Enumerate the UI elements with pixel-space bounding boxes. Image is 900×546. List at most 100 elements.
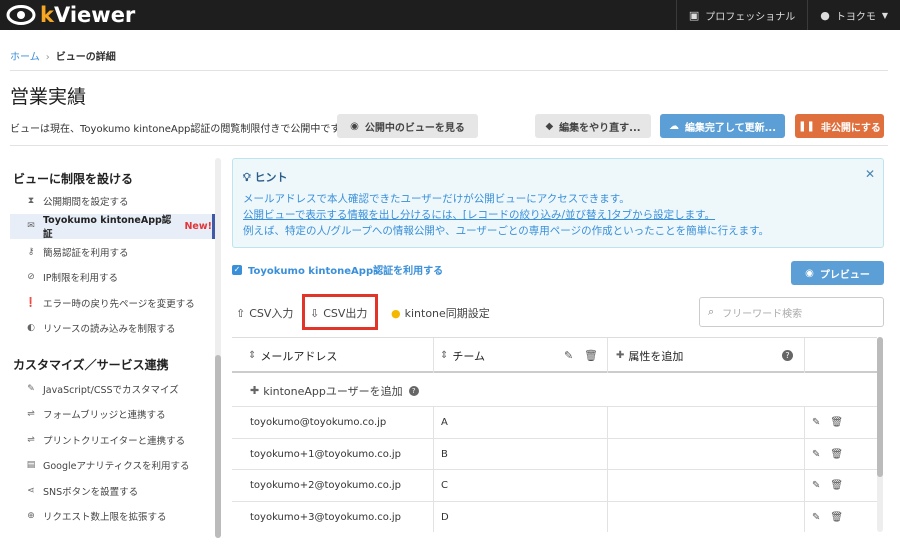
unpublish-label: 非公開にする [820,122,881,134]
ban-icon: ⊘ [27,272,35,283]
sidebar-item-analytics[interactable]: ▤ Googleアナリティクスを利用する [10,453,215,479]
eye-icon: ◉ [805,267,814,279]
link-icon: ⇌ [27,434,35,445]
team-cell[interactable]: B [441,439,448,470]
column-team[interactable]: ⇕ チーム [440,338,485,373]
trash-icon[interactable]: 🗑︎ [830,417,843,428]
checkbox[interactable]: ✓ [232,264,242,275]
team-cell[interactable]: D [441,502,449,533]
divider [607,338,608,373]
sidebar-item-label: 簡易認証を利用する [43,247,129,259]
app-name: kViewer [40,3,136,27]
finish-update-label: 編集完了して更新... [684,122,777,134]
app-logo[interactable]: kViewer [6,3,135,27]
sidebar-item-label: 公開期間を設定する [43,196,129,208]
key-icon: ⚷ [27,246,35,257]
sidebar-item-kintoneapp-auth[interactable]: ✉ Toyokumo kintoneApp認証 New! [10,213,215,240]
sidebar-scrollbar-thumb[interactable] [215,355,221,538]
sidebar-item-printcreator[interactable]: ⇌ プリントクリエイターと連携する [10,427,215,453]
divider [433,407,434,532]
divider [804,338,805,373]
search-placeholder: フリーワード検索 [722,308,803,320]
search-input[interactable]: ⌕ フリーワード検索 [699,297,884,327]
lightbulb-icon: 💡︎ [243,171,251,184]
email-cell[interactable]: toyokumo+3@toyokumo.co.jp [250,502,401,533]
csv-input-button[interactable]: ⇧ CSV入力 [236,305,293,321]
plus-icon: ✚ [250,384,260,397]
chevron-right-icon: › [45,52,50,63]
sidebar-item-error-page[interactable]: ❗ エラー時の戻り先ページを変更する [10,290,215,316]
unpublish-button[interactable]: ❚❚ 非公開にする [795,114,884,138]
sidebar-item-label: Googleアナリティクスを利用する [43,461,190,473]
edit-icon[interactable]: ✎ [812,512,820,523]
divider [433,338,434,373]
sidebar-item-period[interactable]: ⧗ 公開期間を設定する [10,188,215,214]
view-public-label: 公開中のビューを見る [364,122,465,134]
email-cell[interactable]: toyokumo+1@toyokumo.co.jp [250,439,401,470]
breadcrumb-home[interactable]: ホーム [10,52,40,63]
divider [607,407,608,532]
finish-update-button[interactable]: ☁ 編集完了して更新... [660,114,785,138]
wrench-icon: ✎ [27,383,35,394]
page-title: 営業実績 [10,86,87,108]
kintone-sync-button[interactable]: ● kintone同期設定 [391,305,490,321]
trash-icon[interactable]: 🗑︎ [830,449,843,460]
auth-toggle-label: Toyokumo kintoneApp認証を利用する [248,266,444,277]
highlight-box [302,294,378,330]
add-attribute-label: 属性を追加 [628,349,684,363]
delete-column-icon[interactable]: 🗑︎ [584,338,598,373]
caret-down-icon: ▼ [881,10,888,20]
sidebar: ビューに制限を設ける ⧗ 公開期間を設定する ✉ Toyokumo kintoneA… [10,158,215,538]
eye-logo-icon [6,5,36,25]
email-cell[interactable]: toyokumo@toyokumo.co.jp [250,407,386,438]
table-row: toyokumo@toyokumo.co.jp A ✎ 🗑︎ [232,407,877,439]
sidebar-item-request-limit[interactable]: ⊕ リクエスト数上限を拡張する [10,504,215,530]
sidebar-item-ip[interactable]: ⊘ IP制限を利用する [10,265,215,291]
sidebar-item-simple-auth[interactable]: ⚷ 簡易認証を利用する [10,239,215,265]
help-icon[interactable]: ? [408,385,419,396]
team-cell[interactable]: C [441,470,448,501]
table-scrollbar-thumb[interactable] [877,337,883,477]
sidebar-item-label: リソースの読み込みを制限する [43,324,176,336]
hint-line-1: メールアドレスで本人確認できたユーザーだけが公開ビューにアクセスできます。 [243,193,630,205]
sidebar-item-formbridge[interactable]: ⇌ フォームブリッジと連携する [10,402,215,428]
edit-icon[interactable]: ✎ [812,449,820,460]
redo-edit-button[interactable]: ◆ 編集をやり直す... [535,114,651,138]
eye-icon: ◉ [350,120,359,132]
trash-icon[interactable]: 🗑︎ [830,512,843,523]
table-header: ⇕ メールアドレス ⇕ チーム ✎ 🗑︎ ✚ 属性を追加 ? [232,338,877,373]
divider [804,407,805,532]
sidebar-item-js-css[interactable]: ✎ JavaScript/CSSでカスタマイズ [10,376,215,402]
team-cell[interactable]: A [441,407,448,438]
user-label: トヨクモ [835,11,876,23]
sidebar-item-sns[interactable]: ⋖ SNSボタンを設置する [10,478,215,504]
plan-menu[interactable]: ▣ プロフェッショナル [675,0,807,30]
add-attribute-button[interactable]: ✚ 属性を追加 [616,338,683,373]
column-email[interactable]: ⇕ メールアドレス [248,338,337,373]
user-menu[interactable]: ● トヨクモ ▼ [807,0,900,30]
close-icon[interactable]: ✕ [865,167,875,181]
edit-icon[interactable]: ✎ [812,480,820,491]
column-email-label: メールアドレス [260,349,338,363]
hint-link[interactable]: 公開ビューで表示する情報を出し分けるには、[レコードの絞り込み/並び替え]タブか… [243,207,715,222]
gift-icon: ▣ [688,8,700,22]
sort-icon: ⇕ [248,350,257,361]
auth-toggle[interactable]: ✓ Toyokumo kintoneApp認証を利用する [232,262,443,277]
edit-icon[interactable]: ✎ [812,417,820,428]
email-cell[interactable]: toyokumo+2@toyokumo.co.jp [250,470,401,501]
edit-column-icon[interactable]: ✎ [564,338,573,373]
csv-input-label: CSV入力 [249,307,294,320]
sidebar-item-label: エラー時の戻り先ページを変更する [43,298,195,310]
help-icon[interactable]: ? [782,338,793,373]
preview-button[interactable]: ◉ プレビュー [791,261,884,285]
sidebar-item-resources[interactable]: ◐ リソースの読み込みを制限する [10,316,215,342]
view-public-button[interactable]: ◉ 公開中のビューを見る [337,114,478,138]
add-user-button[interactable]: ✚ kintoneAppユーザーを追加? [232,375,877,407]
plan-label: プロフェッショナル [705,11,796,23]
preview-label: プレビュー [819,269,870,281]
status-text: ビューは現在、Toyokumo kintoneApp認証の閲覧制限付きで公開中で… [10,124,341,135]
table-row: toyokumo+3@toyokumo.co.jp D ✎ 🗑︎ [232,502,877,533]
trash-icon[interactable]: 🗑︎ [830,480,843,491]
breadcrumb: ホーム › ビューの詳細 [10,48,116,63]
add-user-label: kintoneAppユーザーを追加 [263,384,403,398]
